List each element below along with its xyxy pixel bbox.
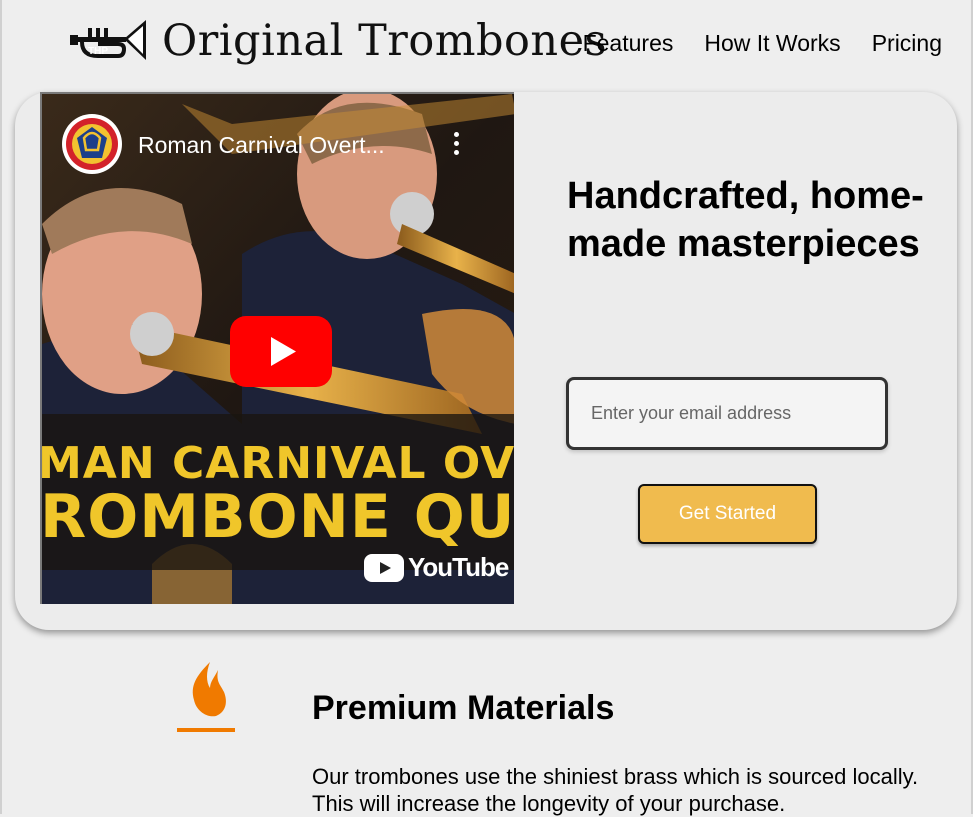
youtube-wordmark: YouTube bbox=[408, 552, 509, 582]
nav-link-how-it-works[interactable]: How It Works bbox=[704, 30, 840, 57]
email-input[interactable] bbox=[566, 377, 888, 450]
nav-link-features[interactable]: Features bbox=[583, 30, 674, 57]
youtube-logo-icon bbox=[364, 553, 404, 582]
more-vert-icon[interactable] bbox=[452, 132, 462, 158]
video-title[interactable]: Roman Carnival Overt... bbox=[138, 132, 428, 159]
main-nav: Features How It Works Pricing bbox=[552, 30, 942, 57]
nav-link-pricing[interactable]: Pricing bbox=[872, 30, 942, 57]
feature-description: Our trombones use the shiniest brass whi… bbox=[312, 764, 919, 816]
feature-title: Premium Materials bbox=[312, 689, 615, 727]
video-overlay-line-2: ROMBONE QU bbox=[40, 482, 514, 552]
get-started-button[interactable]: Get Started bbox=[638, 484, 817, 544]
hero-title: Handcrafted, home-made masterpieces bbox=[567, 175, 924, 265]
brand-name: Original Trombones bbox=[162, 16, 608, 66]
flame-icon bbox=[177, 662, 235, 732]
play-icon[interactable] bbox=[230, 316, 332, 387]
youtube-logo[interactable]: YouTube bbox=[364, 552, 509, 583]
video-embed[interactable]: Roman Carnival Overt... MAN CARNIVAL OVE… bbox=[40, 92, 514, 604]
brand-logo[interactable]: THP Original Trombones bbox=[68, 16, 607, 66]
site-header: THP Original Trombones Features How It W… bbox=[0, 0, 973, 88]
trumpet-logo-icon: THP bbox=[70, 20, 146, 60]
logo-monogram: THP bbox=[88, 46, 108, 57]
window-edge-left bbox=[0, 0, 2, 814]
channel-logo-icon[interactable] bbox=[62, 114, 122, 174]
